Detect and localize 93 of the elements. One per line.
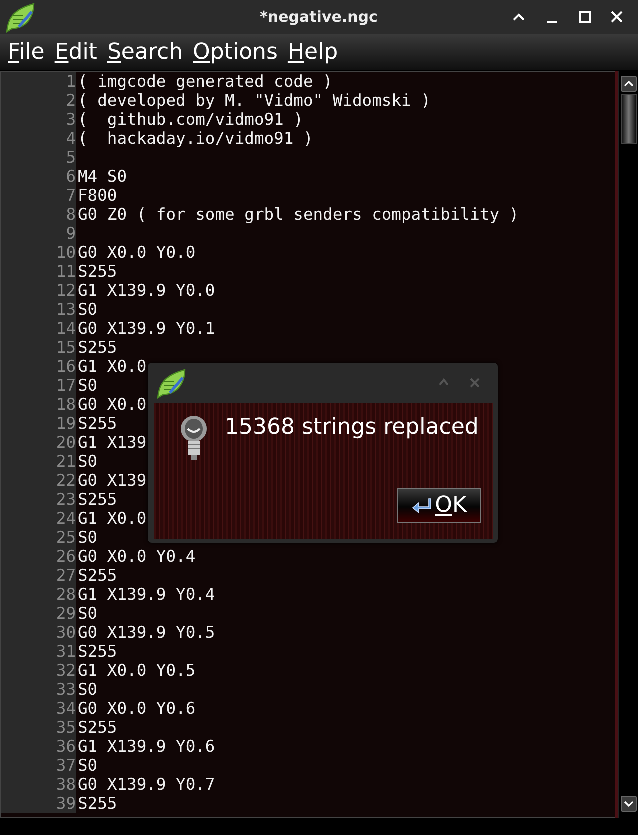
line-number: 26 [1,547,76,566]
line-number: 29 [1,604,76,623]
scroll-up-button[interactable] [620,76,637,92]
line-number: 17 [1,376,76,395]
code-line: G0 X139.9 Y0.5 [77,623,216,642]
code-line: ( github.com/vidmo91 ) [77,110,304,129]
line-number: 18 [1,395,76,414]
line-number: 4 [1,129,76,148]
line-number: 32 [1,661,76,680]
line-number: 28 [1,585,76,604]
line-number: 30 [1,623,76,642]
code-line: S255 [77,490,118,509]
code-line: S255 [77,718,118,737]
menu-item[interactable]: Help [288,40,338,64]
line-number: 20 [1,433,76,452]
line-number: 10 [1,243,76,262]
line-number: 16 [1,357,76,376]
maximize-icon[interactable] [577,9,593,25]
return-arrow-icon [411,496,434,514]
line-number: 33 [1,680,76,699]
code-line: G1 X0.0 [77,509,147,528]
line-number: 35 [1,718,76,737]
code-line: G1 X139.9 Y0.0 [77,281,216,300]
code-line: G0 X139.9 Y0.7 [77,775,216,794]
line-number: 1 [1,72,76,91]
line-number: 7 [1,186,76,205]
menu-item[interactable]: Options [193,40,278,64]
line-number: 37 [1,756,76,775]
ok-button[interactable]: OK [397,488,481,523]
menu-item[interactable]: Search [107,40,184,64]
caret-up-icon [624,80,634,88]
line-number: 34 [1,699,76,718]
line-number: 2 [1,91,76,110]
code-line: S255 [77,794,118,813]
caret-down-icon [624,800,634,808]
code-line: S255 [77,642,118,661]
line-number: 22 [1,471,76,490]
line-number: 38 [1,775,76,794]
scroll-down-button[interactable] [620,796,637,812]
lightbulb-icon [180,415,208,461]
line-number: 8 [1,205,76,224]
code-line: S255 [77,414,118,433]
code-line: G1 X0.0 Y0.5 [77,661,196,680]
line-number: 36 [1,737,76,756]
line-number: 9 [1,224,76,243]
code-line: ( hackaday.io/vidmo91 ) [77,129,314,148]
code-line: S255 [77,566,118,585]
code-line: ( imgcode generated code ) [77,72,333,91]
line-number: 14 [1,319,76,338]
code-line: F800 [77,186,118,205]
line-number: 12 [1,281,76,300]
line-number: 3 [1,110,76,129]
code-line: G1 X139 [77,433,147,452]
line-number: 11 [1,262,76,281]
code-line: S0 [77,756,98,775]
dialog-message: 15368 strings replaced [225,415,479,440]
line-number: 39 [1,794,76,813]
line-number: 6 [1,167,76,186]
line-number: 13 [1,300,76,319]
code-line: S255 [77,338,118,357]
line-number: 27 [1,566,76,585]
code-line: G0 X0.0 Y0.0 [77,243,196,262]
line-number: 25 [1,528,76,547]
code-line: G0 X0.0 Y0.6 [77,699,196,718]
line-number: 31 [1,642,76,661]
menu-item[interactable]: File [8,40,45,64]
line-number: 19 [1,414,76,433]
code-line: ( developed by M. "Vidmo" Widomski ) [77,91,431,110]
code-line: S0 [77,452,98,471]
scrollbar-thumb[interactable] [620,94,637,144]
code-line: G0 X139 [77,471,147,490]
line-number: 24 [1,509,76,528]
line-number: 5 [1,148,76,167]
code-line: G1 X139.9 Y0.6 [77,737,216,756]
code-line: G0 X0.0 [77,395,147,414]
line-number: 15 [1,338,76,357]
code-line: S0 [77,528,98,547]
code-line: G1 X139.9 Y0.4 [77,585,216,604]
code-line: G0 X0.0 Y0.4 [77,547,196,566]
code-line: G1 X0.0 [77,357,147,376]
code-line: S0 [77,604,98,623]
line-number: 21 [1,452,76,471]
menu-item[interactable]: Edit [54,40,98,64]
code-line: G0 X139.9 Y0.1 [77,319,216,338]
close-icon[interactable] [609,9,625,25]
window-title: *negative.ngc [260,8,378,26]
line-number: 23 [1,490,76,509]
code-line: S0 [77,300,98,319]
code-line: S255 [77,262,118,281]
code-line: S0 [77,680,98,699]
code-line: G0 Z0 ( for some grbl senders compatibility ) [77,205,520,224]
code-line: M4 S0 [77,167,128,186]
code-line: S0 [77,376,98,395]
